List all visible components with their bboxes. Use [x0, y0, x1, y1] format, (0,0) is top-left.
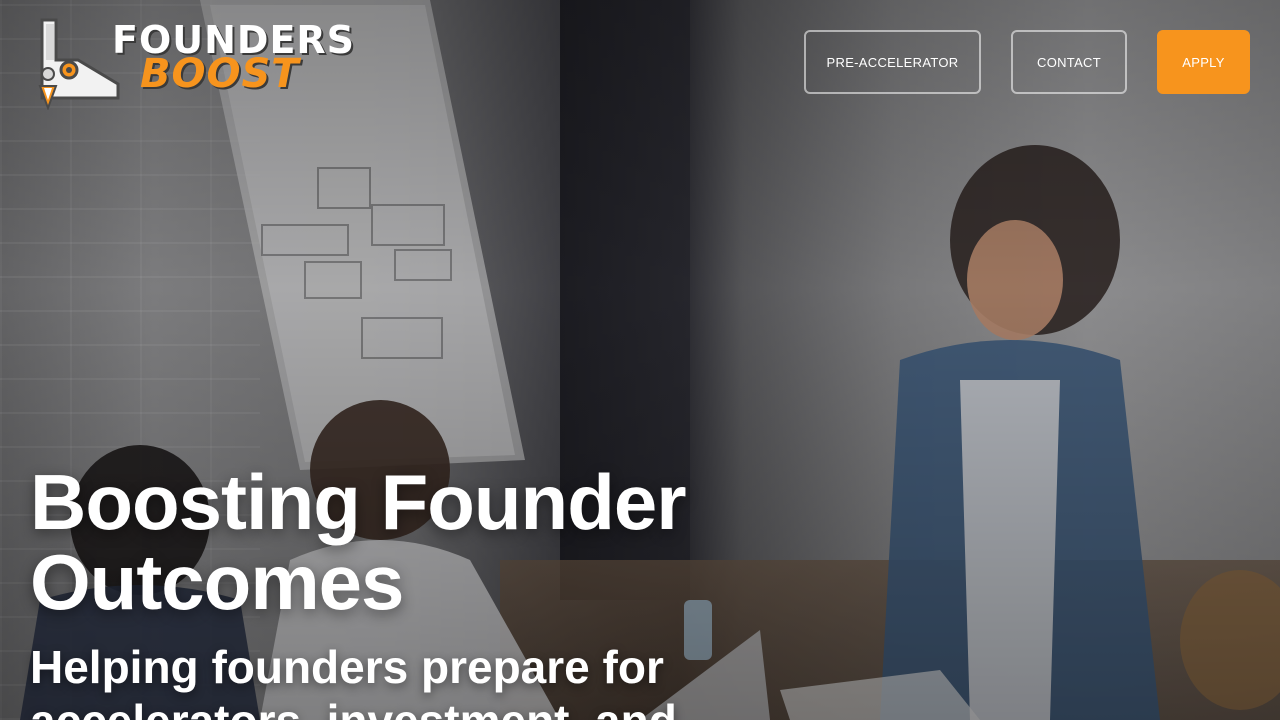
hero-title-line-2: Outcomes — [30, 538, 404, 626]
hero-title: Boosting Founder Outcomes — [30, 462, 750, 622]
nav-contact-button[interactable]: CONTACT — [1011, 30, 1127, 94]
logo-text-boost: BOOST — [140, 51, 300, 97]
nav-pre-accelerator-button[interactable]: PRE-ACCELERATOR — [804, 30, 981, 94]
hero-subtitle-line-2: accelerators, investment, and — [30, 695, 677, 720]
hero-subtitle-line-1: Helping founders prepare for — [30, 641, 664, 693]
hero-title-line-1: Boosting Founder — [30, 458, 687, 546]
founders-boost-logo[interactable]: FOUNDERS BOOST — [36, 16, 354, 110]
nav-apply-button[interactable]: APPLY — [1157, 30, 1250, 94]
hero-subtitle: Helping founders prepare for accelerator… — [30, 640, 730, 720]
